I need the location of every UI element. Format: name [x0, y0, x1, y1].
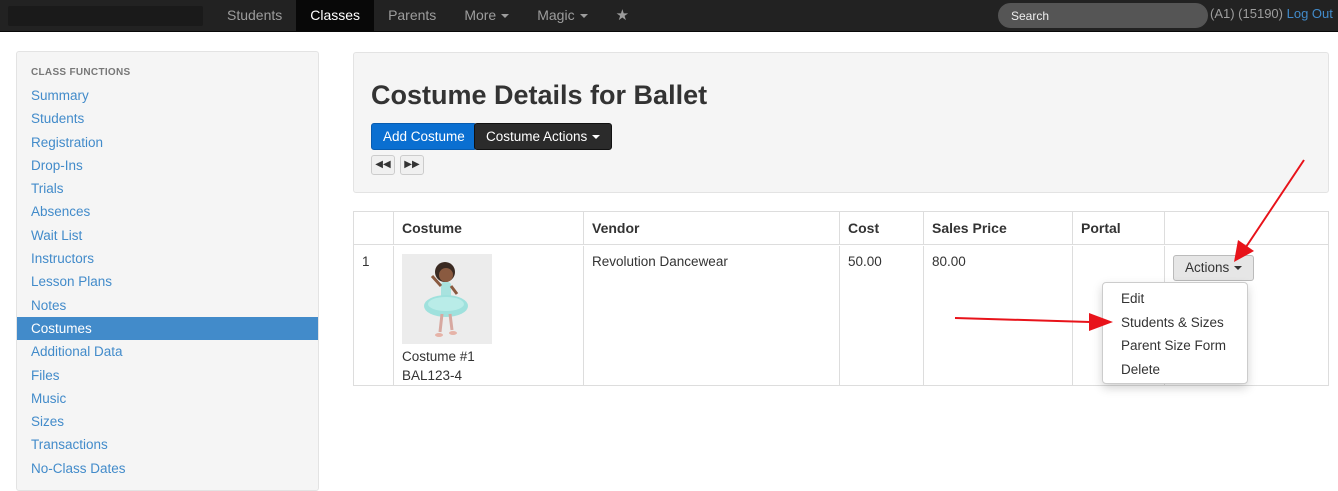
sidebar-list: Summary Students Registration Drop-Ins T…	[17, 84, 318, 480]
nav-students[interactable]: Students	[213, 0, 296, 32]
menu-item-edit[interactable]: Edit	[1103, 287, 1247, 311]
sidebar-item-registration[interactable]: Registration	[17, 131, 318, 154]
menu-item-parent-size-form[interactable]: Parent Size Form	[1103, 334, 1247, 358]
caret-down-icon	[579, 14, 588, 19]
costume-photo	[402, 254, 492, 344]
sidebar-item-instructors[interactable]: Instructors	[17, 247, 318, 270]
nav-favorites[interactable]: ★	[602, 0, 643, 32]
sidebar-item-sizes[interactable]: Sizes	[17, 410, 318, 433]
button-label: Actions	[1185, 260, 1230, 275]
menu-item-students-sizes[interactable]: Students & Sizes	[1103, 311, 1247, 335]
search-input[interactable]	[998, 3, 1208, 28]
sidebar-item-no-class-dates[interactable]: No-Class Dates	[17, 457, 318, 480]
add-costume-button[interactable]: Add Costume	[371, 123, 477, 150]
top-navbar: Students Classes Parents More Magic ★ (A…	[0, 0, 1338, 32]
costume-actions-button[interactable]: Costume Actions	[474, 123, 613, 150]
row-actions-menu: Edit Students & Sizes Parent Size Form D…	[1102, 282, 1248, 384]
nav-label: Students	[227, 7, 283, 23]
sidebar-item-transactions[interactable]: Transactions	[17, 433, 318, 456]
sidebar-item-summary[interactable]: Summary	[17, 84, 318, 107]
logout-link[interactable]: Log Out	[1287, 6, 1333, 21]
sidebar-item-trials[interactable]: Trials	[17, 177, 318, 200]
table-cell-index: 1	[354, 246, 394, 386]
column-header-index	[354, 212, 394, 245]
sidebar: CLASS FUNCTIONS Summary Students Registr…	[16, 51, 319, 491]
page-title: Costume Details for Ballet	[371, 80, 708, 110]
nav-label: More	[464, 7, 497, 23]
costume-name: Costume #1	[402, 349, 475, 364]
next-button[interactable]: ▶▶	[400, 155, 424, 175]
button-label: Costume Actions	[486, 129, 588, 144]
table-cell-vendor: Revolution Dancewear	[584, 246, 840, 386]
table-cell-costume: Costume #1 BAL123-4	[394, 246, 584, 386]
column-header-actions	[1165, 212, 1328, 245]
nav-label: Magic	[537, 7, 575, 23]
sidebar-item-wait-list[interactable]: Wait List	[17, 224, 318, 247]
page-header-panel: Costume Details for Ballet Add Costume C…	[353, 52, 1329, 193]
nav-magic-dropdown[interactable]: Magic	[523, 0, 601, 32]
backward-icon: ◀◀	[375, 159, 391, 170]
forward-icon: ▶▶	[404, 159, 420, 170]
table-cell-cost: 50.00	[840, 246, 924, 386]
brand-logo[interactable]	[8, 6, 203, 26]
caret-down-icon	[501, 14, 510, 19]
sidebar-item-absences[interactable]: Absences	[17, 200, 318, 223]
previous-button[interactable]: ◀◀	[371, 155, 395, 175]
button-label: Add Costume	[383, 129, 465, 144]
nav-parents[interactable]: Parents	[374, 0, 450, 32]
costume-code: BAL123-4	[402, 368, 463, 383]
row-actions-button[interactable]: Actions	[1173, 255, 1255, 281]
user-info: (A1) (15190) Log Out	[1210, 6, 1333, 21]
sidebar-item-students[interactable]: Students	[17, 107, 318, 130]
star-icon: ★	[615, 7, 630, 24]
sidebar-item-lesson-plans[interactable]: Lesson Plans	[17, 270, 318, 293]
caret-down-icon	[1234, 266, 1243, 271]
sidebar-item-notes[interactable]: Notes	[17, 294, 318, 317]
column-header-portal: Portal	[1073, 212, 1165, 245]
table-cell-sales-price: 80.00	[924, 246, 1073, 386]
column-header-cost: Cost	[840, 212, 924, 245]
sidebar-item-costumes[interactable]: Costumes	[17, 316, 318, 341]
sidebar-item-music[interactable]: Music	[17, 387, 318, 410]
main-nav: Students Classes Parents More Magic ★	[213, 0, 643, 32]
caret-down-icon	[592, 135, 601, 140]
table-header-row: Costume Vendor Cost Sales Price Portal	[354, 212, 1328, 245]
nav-label: Classes	[310, 7, 361, 23]
nav-more-dropdown[interactable]: More	[450, 0, 523, 32]
sidebar-header: CLASS FUNCTIONS	[31, 67, 131, 78]
column-header-costume: Costume	[394, 212, 584, 245]
sidebar-item-files[interactable]: Files	[17, 364, 318, 387]
column-header-vendor: Vendor	[584, 212, 840, 245]
menu-item-delete[interactable]: Delete	[1103, 358, 1247, 382]
column-header-sales-price: Sales Price	[924, 212, 1073, 245]
sidebar-item-drop-ins[interactable]: Drop-Ins	[17, 154, 318, 177]
costume-thumbnail[interactable]	[402, 254, 492, 344]
sidebar-item-additional-data[interactable]: Additional Data	[17, 340, 318, 363]
nav-label: Parents	[388, 7, 437, 23]
user-id-text: (A1) (15190)	[1210, 6, 1283, 21]
nav-classes[interactable]: Classes	[296, 0, 375, 32]
